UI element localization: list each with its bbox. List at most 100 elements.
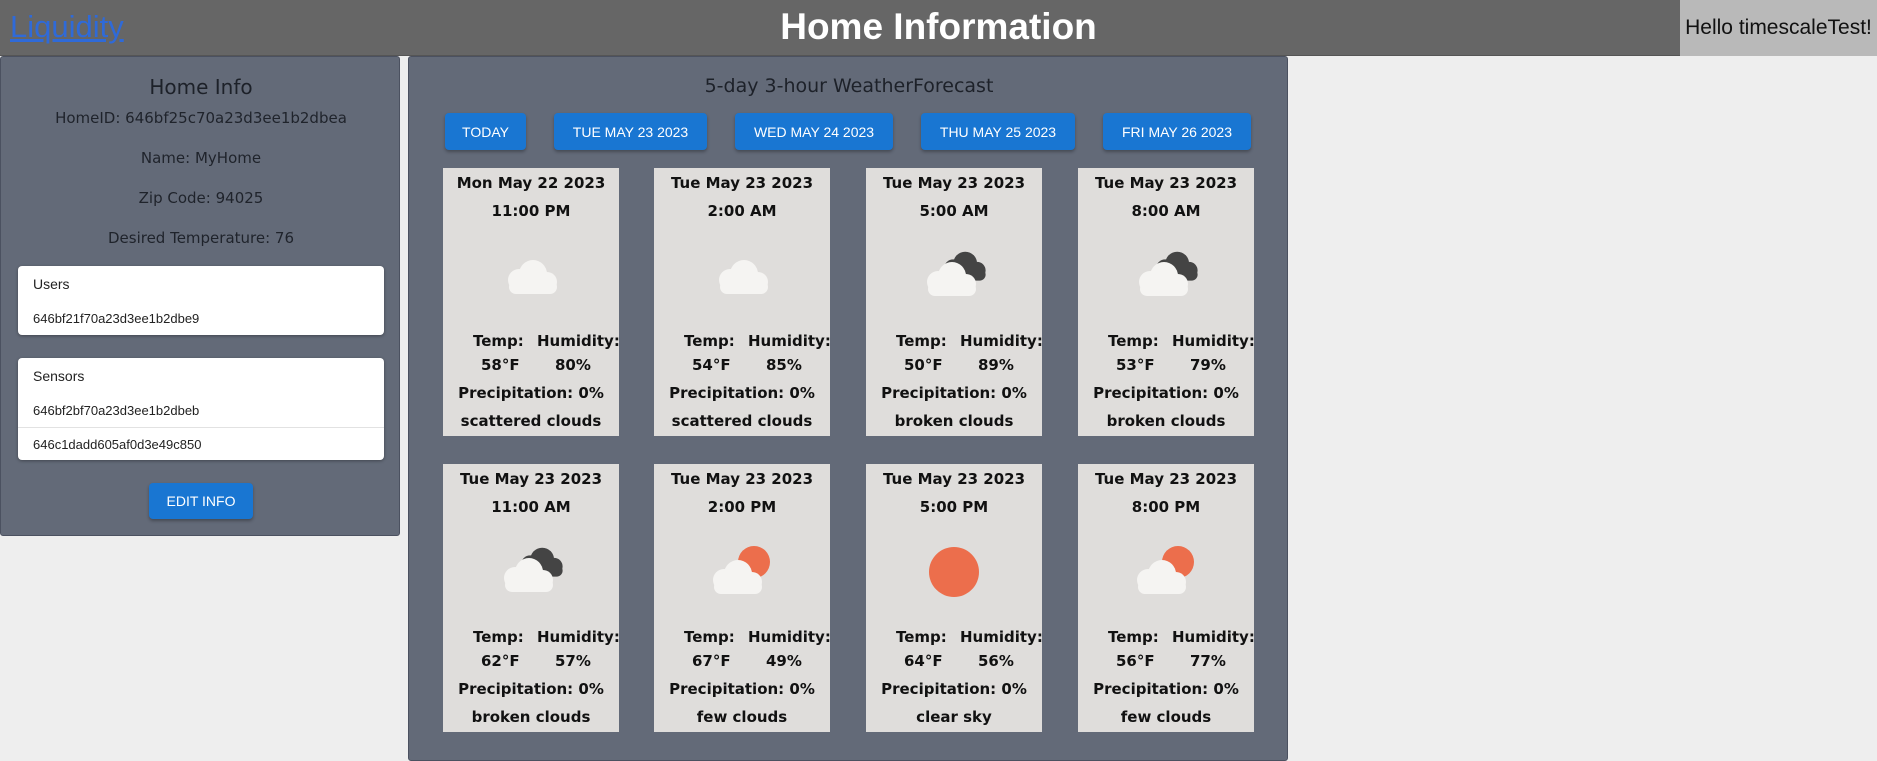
- humidity-value: 57%: [555, 652, 591, 670]
- temp-value: 56°F: [1116, 652, 1155, 670]
- forecast-date: Tue May 23 2023: [459, 470, 603, 488]
- clear-sky-icon: [914, 542, 994, 602]
- humidity-label: Humidity:: [1172, 332, 1255, 350]
- forecast-card: Tue May 23 2023 5:00 AM Temp: Humidity: …: [866, 168, 1043, 436]
- humidity-label: Humidity:: [537, 332, 620, 350]
- temp-label: Temp:: [473, 628, 524, 646]
- forecast-card: Tue May 23 2023 2:00 PM Temp: Humidity: …: [654, 464, 831, 732]
- home-id: HomeID: 646bf25c70a23d3ee1b2dbea: [55, 109, 347, 127]
- forecast-card: Tue May 23 2023 11:00 AM Temp: Humidity:…: [443, 464, 620, 732]
- precipitation: Precipitation: 0%: [458, 384, 604, 402]
- day-button-thu[interactable]: THU MAY 25 2023: [921, 113, 1075, 150]
- forecast-time: 5:00 PM: [919, 498, 989, 516]
- home-info-panel: Home Info HomeID: 646bf25c70a23d3ee1b2db…: [0, 56, 400, 536]
- temp-value: 62°F: [481, 652, 520, 670]
- forecast-time: 8:00 PM: [1131, 498, 1201, 516]
- temp-value: 64°F: [904, 652, 943, 670]
- weather-description: scattered clouds: [671, 412, 813, 430]
- precipitation: Precipitation: 0%: [1093, 384, 1239, 402]
- humidity-label: Humidity:: [748, 332, 831, 350]
- day-button-tue[interactable]: TUE MAY 23 2023: [554, 113, 707, 150]
- broken-clouds-icon: [491, 542, 571, 602]
- forecast-date: Tue May 23 2023: [882, 174, 1026, 192]
- humidity-label: Humidity:: [1172, 628, 1255, 646]
- forecast-date: Tue May 23 2023: [1094, 174, 1238, 192]
- temp-label: Temp:: [684, 332, 735, 350]
- humidity-value: 85%: [766, 356, 802, 374]
- sensor-item[interactable]: 646c1dadd605af0d3e49c850: [18, 427, 384, 460]
- temp-label: Temp:: [1108, 332, 1159, 350]
- forecast-panel: 5-day 3-hour WeatherForecast TODAY TUE M…: [408, 56, 1288, 761]
- forecast-time: 8:00 AM: [1131, 202, 1201, 220]
- home-zip: Zip Code: 94025: [138, 189, 264, 207]
- precipitation: Precipitation: 0%: [881, 384, 1027, 402]
- forecast-card: Mon May 22 2023 11:00 PM Temp: Humidity:…: [443, 168, 620, 436]
- forecast-time: 11:00 PM: [491, 202, 571, 220]
- humidity-label: Humidity:: [960, 332, 1043, 350]
- home-name: Name: MyHome: [140, 149, 262, 167]
- forecast-date: Tue May 23 2023: [670, 174, 814, 192]
- humidity-value: 49%: [766, 652, 802, 670]
- edit-info-button[interactable]: EDIT INFO: [149, 483, 253, 519]
- temp-value: 58°F: [481, 356, 520, 374]
- forecast-time: 2:00 AM: [707, 202, 777, 220]
- temp-value: 53°F: [1116, 356, 1155, 374]
- top-bar: Liquidity Home Information Hello timesca…: [0, 0, 1877, 56]
- forecast-date: Tue May 23 2023: [670, 470, 814, 488]
- weather-description: clear sky: [916, 708, 992, 726]
- user-item[interactable]: 646bf21f70a23d3ee1b2dbe9: [18, 302, 384, 335]
- temp-value: 50°F: [904, 356, 943, 374]
- precipitation: Precipitation: 0%: [881, 680, 1027, 698]
- home-desired-temperature: Desired Temperature: 76: [107, 229, 295, 247]
- weather-description: scattered clouds: [460, 412, 602, 430]
- sensor-item[interactable]: 646bf2bf70a23d3ee1b2dbeb: [18, 394, 384, 427]
- forecast-date: Tue May 23 2023: [1094, 470, 1238, 488]
- humidity-value: 89%: [978, 356, 1014, 374]
- forecast-card: Tue May 23 2023 5:00 PM Temp: Humidity: …: [866, 464, 1043, 732]
- forecast-card: Tue May 23 2023 8:00 AM Temp: Humidity: …: [1078, 168, 1255, 436]
- forecast-date: Tue May 23 2023: [882, 470, 1026, 488]
- temp-value: 67°F: [692, 652, 731, 670]
- scattered-clouds-icon: [702, 246, 782, 306]
- day-button-fri[interactable]: FRI MAY 26 2023: [1103, 113, 1251, 150]
- day-button-today[interactable]: TODAY: [445, 113, 526, 150]
- humidity-value: 56%: [978, 652, 1014, 670]
- forecast-date: Mon May 22 2023: [456, 174, 606, 192]
- day-button-wed[interactable]: WED MAY 24 2023: [735, 113, 893, 150]
- humidity-label: Humidity:: [960, 628, 1043, 646]
- temp-label: Temp:: [896, 628, 947, 646]
- humidity-value: 77%: [1190, 652, 1226, 670]
- temp-label: Temp:: [1108, 628, 1159, 646]
- sensors-card-header: Sensors: [33, 368, 85, 384]
- temp-value: 54°F: [692, 356, 731, 374]
- forecast-time: 11:00 AM: [491, 498, 571, 516]
- forecast-card: Tue May 23 2023 2:00 AM Temp: Humidity: …: [654, 168, 831, 436]
- temp-label: Temp:: [684, 628, 735, 646]
- humidity-label: Humidity:: [537, 628, 620, 646]
- broken-clouds-icon: [914, 246, 994, 306]
- humidity-value: 80%: [555, 356, 591, 374]
- weather-description: few clouds: [1120, 708, 1212, 726]
- sensors-card: Sensors 646bf2bf70a23d3ee1b2dbeb 646c1da…: [18, 358, 384, 460]
- users-card: Users 646bf21f70a23d3ee1b2dbe9: [18, 266, 384, 335]
- humidity-label: Humidity:: [748, 628, 831, 646]
- weather-description: broken clouds: [894, 412, 1014, 430]
- brand-link[interactable]: Liquidity: [10, 9, 124, 45]
- forecast-time: 5:00 AM: [919, 202, 989, 220]
- broken-clouds-icon: [1126, 246, 1206, 306]
- few-clouds-icon: [702, 542, 782, 602]
- forecast-title: 5-day 3-hour WeatherForecast: [704, 75, 994, 97]
- forecast-time: 2:00 PM: [707, 498, 777, 516]
- precipitation: Precipitation: 0%: [669, 384, 815, 402]
- few-clouds-icon: [1126, 542, 1206, 602]
- humidity-value: 79%: [1190, 356, 1226, 374]
- users-card-header: Users: [33, 276, 70, 292]
- temp-label: Temp:: [473, 332, 524, 350]
- temp-label: Temp:: [896, 332, 947, 350]
- weather-description: broken clouds: [1106, 412, 1226, 430]
- weather-description: few clouds: [696, 708, 788, 726]
- forecast-card: Tue May 23 2023 8:00 PM Temp: Humidity: …: [1078, 464, 1255, 732]
- page-title: Home Information: [780, 6, 1097, 47]
- scattered-clouds-icon: [491, 246, 571, 306]
- user-greeting[interactable]: Hello timescaleTest!: [1680, 0, 1877, 56]
